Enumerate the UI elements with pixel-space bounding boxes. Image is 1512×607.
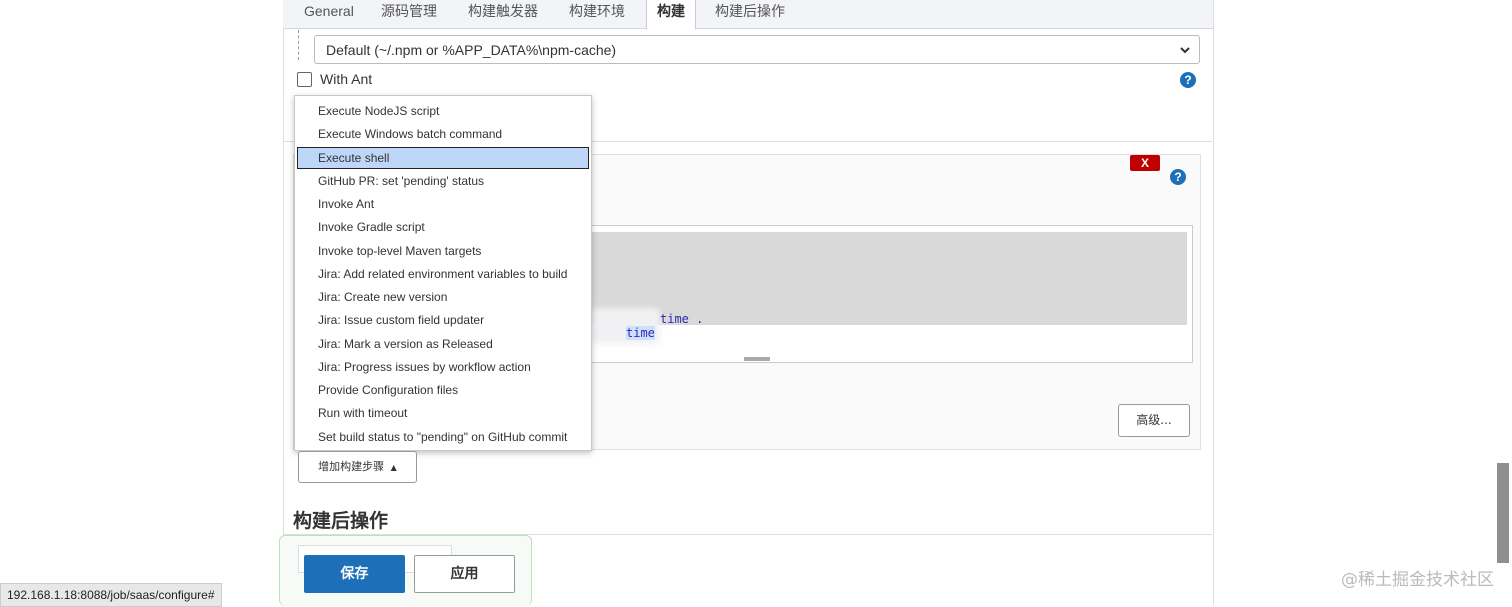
menu-item-run-timeout[interactable]: Run with timeout bbox=[295, 402, 591, 424]
code-line: time bbox=[626, 326, 655, 340]
status-bar-url: 192.168.1.18:8088/job/saas/configure# bbox=[0, 583, 222, 607]
menu-item-provide-config[interactable]: Provide Configuration files bbox=[295, 379, 591, 401]
add-build-step-label: 增加构建步骤 bbox=[318, 460, 385, 473]
watermark: @稀土掘金技术社区 bbox=[1341, 570, 1494, 590]
caret-up-icon: ▲ bbox=[390, 463, 397, 472]
indent-guide bbox=[298, 30, 299, 60]
help-icon[interactable]: ? bbox=[1170, 169, 1186, 185]
page-scrollbar[interactable] bbox=[1497, 463, 1509, 563]
menu-item-jira-mark-released[interactable]: Jira: Mark a version as Released bbox=[295, 333, 591, 355]
with-ant-checkbox[interactable] bbox=[297, 72, 312, 87]
menu-item-github-pr-pending[interactable]: GitHub PR: set 'pending' status bbox=[295, 170, 591, 192]
menu-item-execute-shell[interactable]: Execute shell bbox=[297, 147, 589, 169]
tab-post-build[interactable]: 构建后操作 bbox=[705, 0, 795, 24]
with-ant-label: With Ant bbox=[320, 71, 373, 87]
add-build-step-menu: Execute NodeJS script Execute Windows ba… bbox=[294, 95, 592, 451]
menu-item-invoke-ant[interactable]: Invoke Ant bbox=[295, 193, 591, 215]
menu-item-invoke-gradle[interactable]: Invoke Gradle script bbox=[295, 216, 591, 238]
tab-general[interactable]: General bbox=[294, 0, 364, 24]
menu-item-jira-create-version[interactable]: Jira: Create new version bbox=[295, 286, 591, 308]
menu-item-jira-env-vars[interactable]: Jira: Add related environment variables … bbox=[295, 263, 591, 285]
chevron-down-icon bbox=[1179, 36, 1191, 76]
editor-resize-handle[interactable] bbox=[744, 357, 770, 361]
menu-item-set-build-status[interactable]: Set build status to "pending" on GitHub … bbox=[295, 426, 591, 448]
delete-step-button[interactable]: X bbox=[1130, 155, 1160, 171]
npm-cache-select[interactable]: Default (~/.npm or %APP_DATA%\npm-cache) bbox=[314, 35, 1200, 64]
tab-build-env[interactable]: 构建环境 bbox=[559, 0, 635, 24]
save-button[interactable]: 保存 bbox=[304, 555, 405, 593]
add-build-step-button[interactable]: 增加构建步骤 ▲ bbox=[298, 451, 417, 483]
apply-button[interactable]: 应用 bbox=[414, 555, 515, 593]
advanced-button[interactable]: 高级... bbox=[1118, 404, 1190, 437]
menu-item-execute-nodejs[interactable]: Execute NodeJS script bbox=[295, 100, 591, 122]
menu-item-invoke-maven[interactable]: Invoke top-level Maven targets bbox=[295, 240, 591, 262]
post-build-section-title: 构建后操作 bbox=[293, 510, 389, 532]
help-icon[interactable]: ? bbox=[1180, 72, 1196, 88]
tab-triggers[interactable]: 构建触发器 bbox=[458, 0, 548, 24]
tab-scm[interactable]: 源码管理 bbox=[371, 0, 447, 24]
menu-item-jira-custom-field[interactable]: Jira: Issue custom field updater bbox=[295, 309, 591, 331]
tab-build[interactable]: 构建 bbox=[646, 0, 696, 30]
menu-item-execute-windows-batch[interactable]: Execute Windows batch command bbox=[295, 123, 591, 145]
menu-item-jira-progress[interactable]: Jira: Progress issues by workflow action bbox=[295, 356, 591, 378]
code-line: time . bbox=[660, 312, 704, 326]
config-tab-bar: General 源码管理 构建触发器 构建环境 构建 构建后操作 bbox=[283, 0, 1213, 30]
npm-cache-select-value: Default (~/.npm or %APP_DATA%\npm-cache) bbox=[326, 42, 617, 58]
